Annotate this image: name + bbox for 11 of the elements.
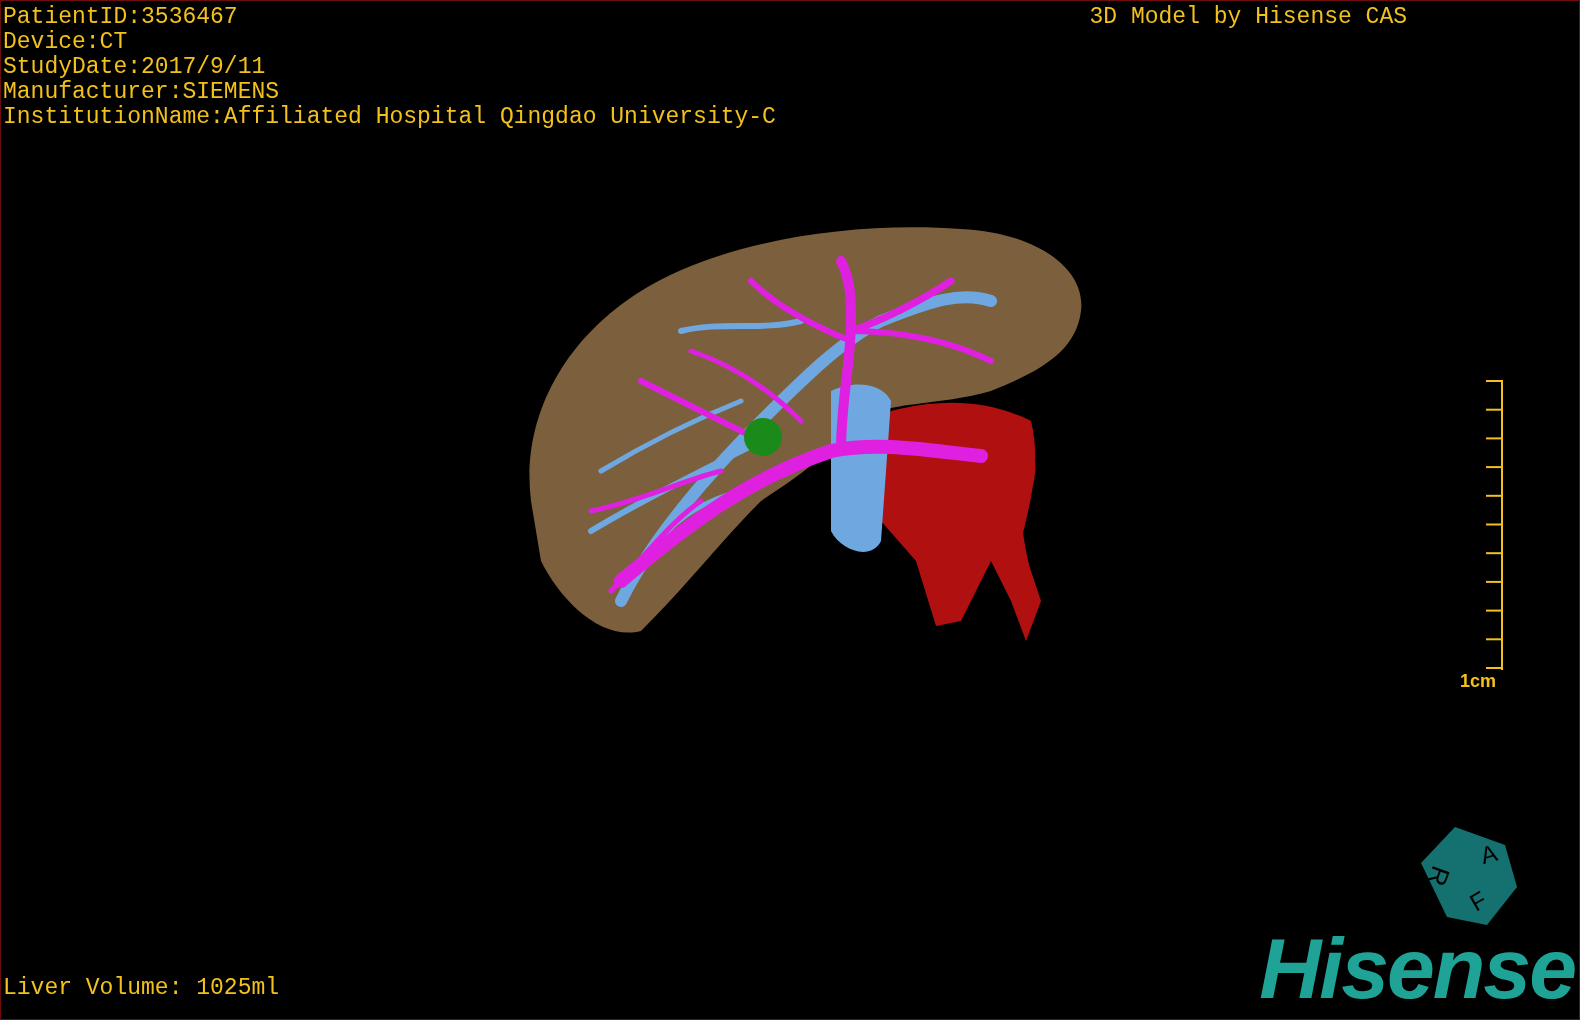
patient-info-text: InstitutionName:Affiliated Hospital Qingdao University-C [3, 105, 776, 130]
patient-info-text: Device:CT [3, 30, 129, 55]
patient-info-text: Manufacturer:SIEMENS [3, 80, 281, 105]
brand-logo: Hisense [1259, 929, 1576, 1007]
viewer-title: 3D Model by Hisense CAS [1089, 3, 1407, 30]
patient-info-text: PatientID:3536467 [3, 5, 239, 30]
scale-ruler-icon [1485, 379, 1503, 671]
patient-info-text: StudyDate:2017/9/11 [3, 55, 267, 80]
liver-volume-text: Liver Volume: 1025ml [2, 976, 280, 1003]
scale-label: 1cm [1460, 671, 1496, 691]
viewport[interactable]: 1cm PatientID:3536467 Device:CT StudyDate:2017/9/11 Manufacturer:SIEMENS InstitutionName:Affiliated Hospital Qingdao University-C 3D Model by Hisense CAS Liver Volume: 1025ml R A F Hisense [0, 0, 1580, 1020]
